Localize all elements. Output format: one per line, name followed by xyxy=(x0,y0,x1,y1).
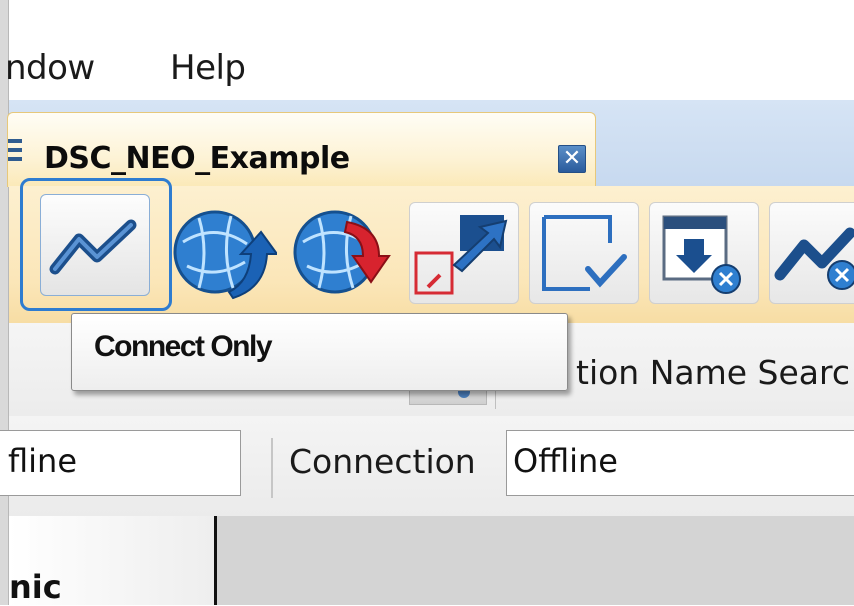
transfer-button[interactable] xyxy=(409,202,519,304)
window-frame-left xyxy=(0,0,8,605)
verify-check-icon xyxy=(542,215,627,291)
tab-close-button[interactable]: ✕ xyxy=(558,145,586,173)
verify-button[interactable] xyxy=(529,202,639,304)
connect-only-button[interactable] xyxy=(40,194,150,296)
status-row: fline Connection Offline xyxy=(0,416,854,516)
status-separator xyxy=(271,438,273,498)
download-button[interactable] xyxy=(289,202,397,302)
globe-download-icon xyxy=(293,210,391,294)
document-tab[interactable]: DSC_NEO_Example ✕ xyxy=(7,112,596,187)
connection-label: Connection xyxy=(289,442,476,481)
connect-only-tooltip: Connect Only xyxy=(71,313,568,391)
document-icon xyxy=(8,139,22,167)
tooltip-text: Connect Only xyxy=(94,330,273,363)
download-cancel-icon xyxy=(662,215,741,294)
toolbar xyxy=(9,178,854,323)
menu-window[interactable]: ndow xyxy=(5,48,95,88)
status-field[interactable]: fline xyxy=(0,430,241,496)
upload-button[interactable] xyxy=(169,202,277,302)
download-cancel-button[interactable] xyxy=(649,202,759,304)
station-name-search-label: tion Name Searc xyxy=(576,353,851,392)
connection-field[interactable]: Offline xyxy=(506,430,854,496)
menu-help[interactable]: Help xyxy=(170,48,246,88)
disconnect-icon xyxy=(774,227,854,290)
lightning-connect-icon xyxy=(49,219,137,275)
pane-label: nic xyxy=(9,568,62,606)
tab-title: DSC_NEO_Example xyxy=(44,141,350,176)
document-tab-strip: DSC_NEO_Example ✕ xyxy=(7,100,854,187)
disconnect-button[interactable] xyxy=(769,202,854,304)
globe-upload-icon xyxy=(173,210,277,300)
transfer-arrows-icon xyxy=(414,215,508,295)
menu-bar: ndow Help xyxy=(5,0,854,100)
left-pane: nic xyxy=(9,516,214,606)
right-pane xyxy=(217,516,854,605)
